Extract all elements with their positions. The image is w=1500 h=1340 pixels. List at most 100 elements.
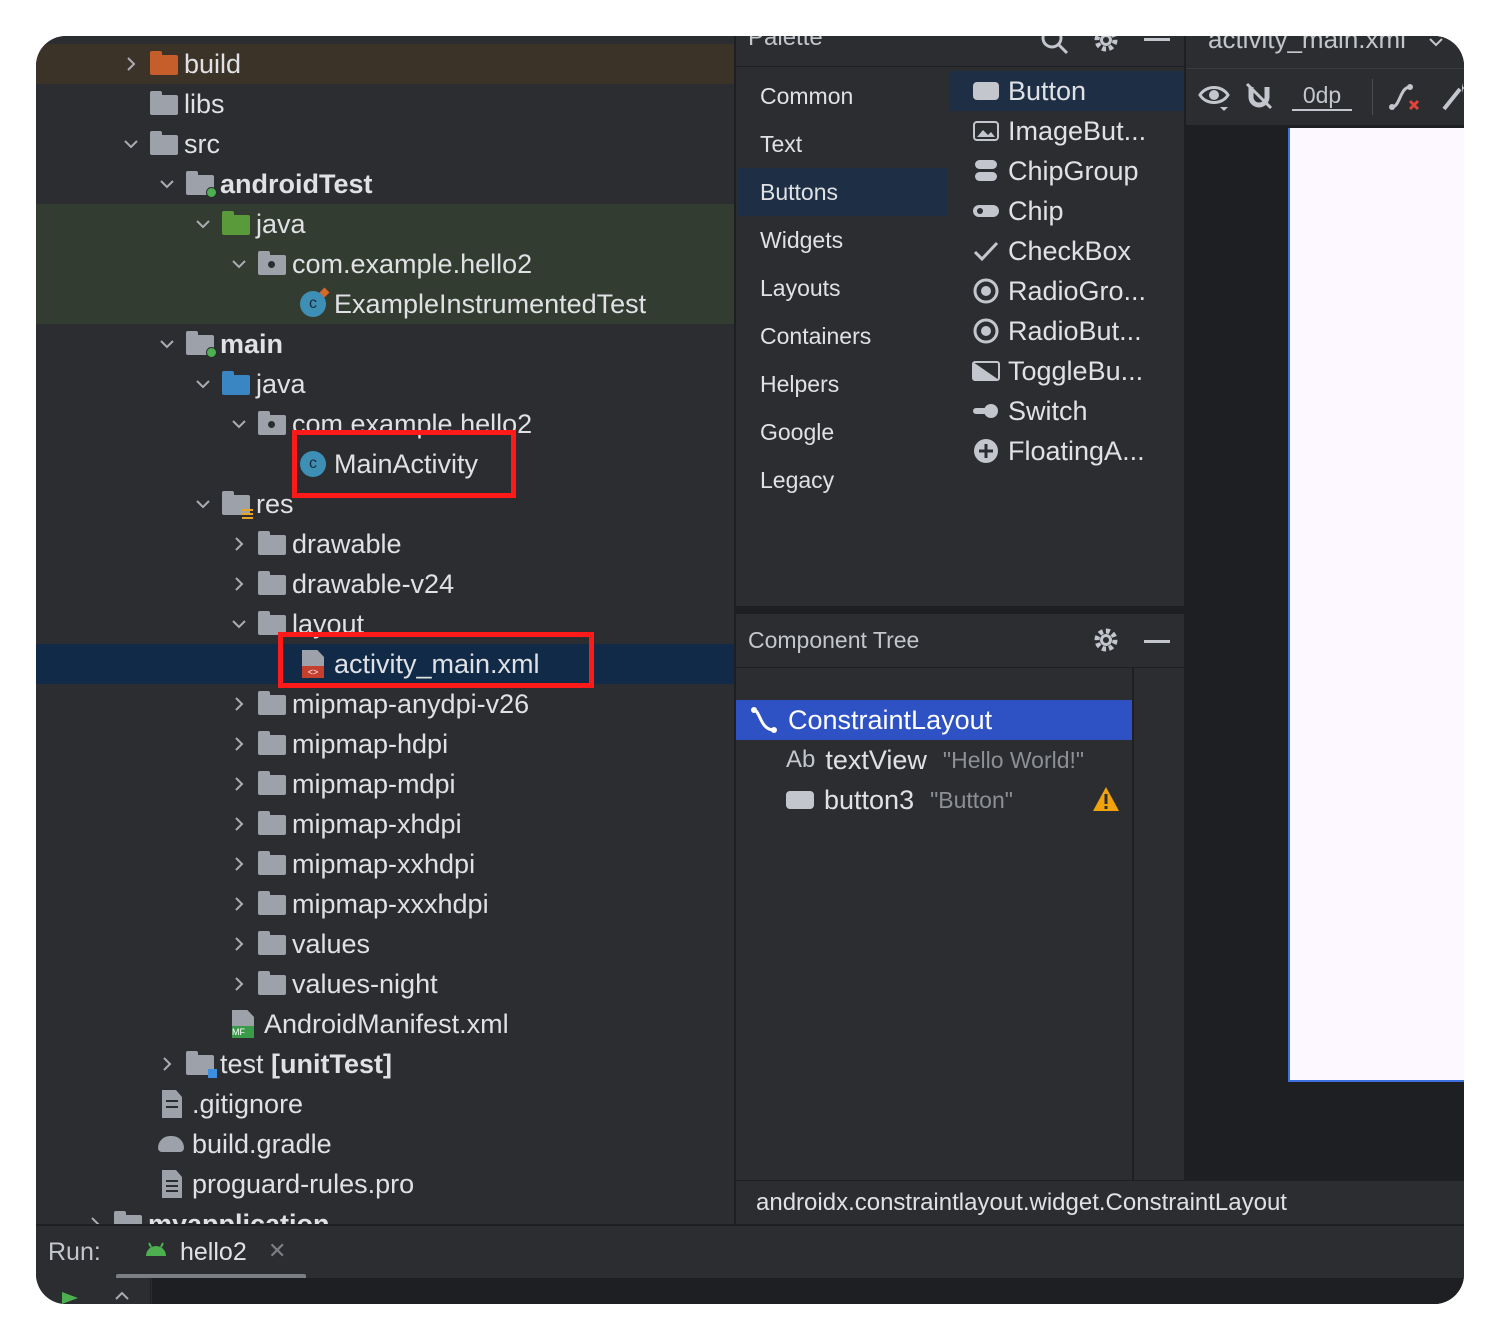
folder-icon (148, 124, 178, 164)
package-icon (256, 404, 286, 444)
component-id: button3 (824, 784, 915, 815)
palette-widget-radiobutton[interactable]: RadioBut... (950, 311, 1184, 351)
component-constraintlayout[interactable]: ConstraintLayout (736, 700, 1132, 740)
tree-item-build-gradle[interactable]: build.gradle (36, 1124, 734, 1164)
switch-icon (972, 397, 1000, 425)
close-icon[interactable]: ✕ (268, 1238, 286, 1264)
chevron-right-icon[interactable] (228, 564, 250, 604)
chevron-right-icon[interactable] (228, 764, 250, 804)
tree-item-java-test[interactable]: java (36, 204, 734, 244)
chevron-down-icon[interactable] (228, 244, 250, 284)
eye-icon[interactable] (1198, 83, 1230, 113)
magnet-off-icon[interactable] (1244, 81, 1274, 111)
palette-category-containers[interactable]: Containers (738, 312, 948, 360)
minimize-icon[interactable] (1144, 38, 1170, 41)
chevron-right-icon[interactable] (228, 804, 250, 844)
chevron-up-icon[interactable] (114, 1290, 130, 1300)
palette-widget-switch[interactable]: Switch (950, 391, 1184, 431)
folder-icon (148, 44, 178, 84)
magic-wand-icon[interactable] (1440, 81, 1464, 113)
chevron-down-icon[interactable] (156, 164, 178, 204)
tree-item-mipmap-xhdpi[interactable]: mipmap-xhdpi (36, 804, 734, 844)
chevron-right-icon[interactable] (228, 684, 250, 724)
chevron-right-icon[interactable] (228, 924, 250, 964)
tree-item-libs[interactable]: libs (36, 84, 734, 124)
tree-item-mipmap-hdpi[interactable]: mipmap-hdpi (36, 724, 734, 764)
tree-item-mipmap-anydpi-v26[interactable]: mipmap-anydpi-v26 (36, 684, 734, 724)
tree-item-exampleinstrumentedtest[interactable]: c ExampleInstrumentedTest (36, 284, 734, 324)
tree-item-myapplication[interactable]: myapplication (36, 1204, 734, 1224)
chevron-down-icon[interactable] (192, 364, 214, 404)
chevron-right-icon[interactable] (228, 524, 250, 564)
gear-icon[interactable] (1092, 36, 1120, 54)
tree-item-label: mipmap-xhdpi (292, 808, 462, 839)
palette-widget-checkbox[interactable]: CheckBox (950, 231, 1184, 271)
palette-category-common[interactable]: Common (738, 72, 948, 120)
tree-item-label: androidTest (220, 168, 373, 199)
tree-item-package-test[interactable]: com.example.hello2 (36, 244, 734, 284)
default-margin-value[interactable]: 0dp (1292, 84, 1352, 111)
chevron-right-icon[interactable] (228, 844, 250, 884)
palette-widget-button[interactable]: Button (950, 71, 1184, 111)
component-textview[interactable]: Ab textView "Hello World!" (736, 740, 1132, 780)
palette-widget-label: FloatingA... (1008, 435, 1145, 466)
tree-item-label: java (256, 368, 306, 399)
tree-item-drawable-v24[interactable]: drawable-v24 (36, 564, 734, 604)
run-icon[interactable] (60, 1290, 80, 1304)
tree-item-gitignore[interactable]: .gitignore (36, 1084, 734, 1124)
chevron-down-icon[interactable] (1428, 36, 1444, 50)
chevron-down-icon[interactable] (120, 124, 142, 164)
chevron-down-icon[interactable] (192, 484, 214, 524)
minimize-icon[interactable] (1144, 640, 1170, 643)
tree-item-main[interactable]: main (36, 324, 734, 364)
tree-item-proguard[interactable]: proguard-rules.pro (36, 1164, 734, 1204)
component-button3[interactable]: button3 "Button" (736, 780, 1132, 820)
palette-category-layouts[interactable]: Layouts (738, 264, 948, 312)
gear-icon[interactable] (1092, 626, 1120, 654)
tree-item-src[interactable]: src (36, 124, 734, 164)
chevron-down-icon[interactable] (156, 324, 178, 364)
palette-widget-imagebutton[interactable]: ImageBut... (950, 111, 1184, 151)
run-tool-window-bar: Run: hello2 ✕ (36, 1224, 1464, 1280)
warning-icon[interactable] (1092, 786, 1120, 812)
tree-item-java-main[interactable]: java (36, 364, 734, 404)
palette-category-google[interactable]: Google (738, 408, 948, 456)
chevron-right-icon[interactable] (228, 884, 250, 924)
chevron-down-icon[interactable] (192, 204, 214, 244)
palette-category-text[interactable]: Text (738, 120, 948, 168)
tree-item-mipmap-xxxhdpi[interactable]: mipmap-xxxhdpi (36, 884, 734, 924)
palette-title: Palette (748, 36, 823, 51)
chevron-down-icon[interactable] (228, 404, 250, 444)
tree-item-values-night[interactable]: values-night (36, 964, 734, 1004)
tree-item-test[interactable]: test [unitTest] (36, 1044, 734, 1084)
palette-widget-radiogroup[interactable]: RadioGro... (950, 271, 1184, 311)
chevron-down-icon[interactable] (228, 604, 250, 644)
tree-item-mipmap-mdpi[interactable]: mipmap-mdpi (36, 764, 734, 804)
tree-item-build[interactable]: build (36, 44, 734, 84)
layout-blueprint-canvas[interactable] (1288, 128, 1464, 1082)
search-icon[interactable] (1040, 36, 1070, 56)
chevron-right-icon[interactable] (84, 1204, 106, 1224)
editor-tab[interactable]: activity_main.xml (1186, 36, 1464, 69)
tree-item-androidtest[interactable]: androidTest (36, 164, 734, 204)
console-output[interactable] (152, 1278, 1464, 1304)
palette-widget-chip[interactable]: Chip (950, 191, 1184, 231)
tree-item-label: drawable (292, 528, 402, 559)
chevron-right-icon[interactable] (156, 1044, 178, 1084)
palette-widget-togglebutton[interactable]: ToggleBu... (950, 351, 1184, 391)
palette-category-helpers[interactable]: Helpers (738, 360, 948, 408)
clear-constraints-icon[interactable] (1388, 81, 1422, 113)
palette-widget-floatingactionbutton[interactable]: FloatingA... (950, 431, 1184, 471)
chevron-right-icon[interactable] (228, 964, 250, 1004)
chevron-right-icon[interactable] (120, 44, 142, 84)
chevron-right-icon[interactable] (228, 724, 250, 764)
palette-category-buttons[interactable]: Buttons (738, 168, 948, 216)
tree-item-drawable[interactable]: drawable (36, 524, 734, 564)
tree-item-mipmap-xxhdpi[interactable]: mipmap-xxhdpi (36, 844, 734, 884)
run-config-tab[interactable]: hello2 ✕ (116, 1226, 306, 1280)
tree-item-values[interactable]: values (36, 924, 734, 964)
palette-category-legacy[interactable]: Legacy (738, 456, 948, 504)
palette-widget-chipgroup[interactable]: ChipGroup (950, 151, 1184, 191)
tree-item-androidmanifest[interactable]: MF AndroidManifest.xml (36, 1004, 734, 1044)
palette-category-widgets[interactable]: Widgets (738, 216, 948, 264)
